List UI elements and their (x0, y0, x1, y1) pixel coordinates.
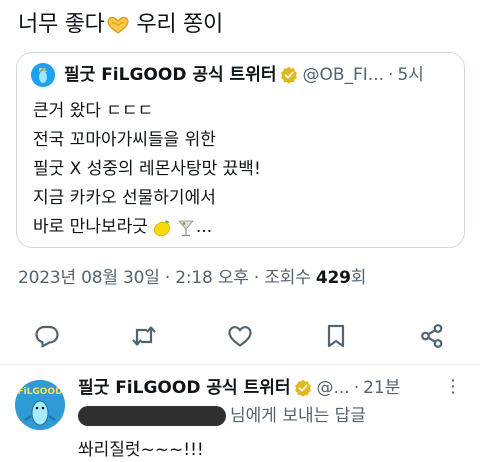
quote-display-name[interactable]: 필굿 FiLGOOD 공식 트위터 (64, 63, 276, 87)
tweet-meta: 2023년 08월 30일 · 2:18 오후 · 조회수 429회 (18, 263, 366, 288)
verified-badge-icon (295, 379, 312, 397)
replying-to-label: 님에게 보내는 답글 (230, 406, 366, 426)
quote-line: 필굿 X 성중의 레몬사탕맛 끘백! (33, 159, 261, 179)
action-bar (0, 318, 480, 354)
tweet-datetime[interactable]: 2023년 08월 30일 · 2:18 오후 · 조회수 (18, 268, 316, 288)
reply-icon[interactable] (33, 322, 61, 350)
quote-line: 전국 꼬마아가씨들을 위한 (33, 130, 216, 150)
more-options-icon[interactable]: ⋮ (440, 378, 466, 398)
quote-timestamp[interactable]: 5시 (397, 63, 423, 87)
separator-dot: · (353, 378, 360, 398)
reply-timestamp[interactable]: 21분 (363, 376, 400, 400)
cocktail-icon (178, 220, 194, 236)
quote-line-text: 바로 만나보라긋 (33, 217, 148, 237)
reply-text: 쏴리질럿~~~!!! (78, 440, 204, 460)
reply-header: 필굿 FiLGOOD 공식 트위터 @... · 21분 (78, 376, 400, 400)
quote-body: 큰거 왔다 ㄷㄷㄷ 전국 꼬마아가씨들을 위한 필굿 X 성중의 레몬사탕맛 끘… (33, 97, 261, 242)
like-icon[interactable] (226, 322, 254, 350)
view-count-suffix: 회 (350, 268, 367, 288)
quote-line-5: 바로 만나보라긋 ... (33, 213, 261, 242)
redacted-username (78, 406, 226, 426)
reply-avatar[interactable]: FiLGOOD (15, 380, 65, 430)
filgood-mascot-icon: FiLGOOD (15, 380, 65, 430)
tweet-text-after: 우리 쫑이 (136, 12, 223, 37)
quote-handle[interactable]: @OB_FI... (302, 63, 384, 87)
verified-badge-icon (281, 66, 298, 84)
filgood-logo-icon: FiL (31, 63, 55, 87)
separator-dot: · (388, 65, 394, 85)
svg-text:FiL: FiL (39, 68, 48, 74)
reply-display-name[interactable]: 필굿 FiLGOOD 공식 트위터 (78, 376, 290, 400)
lemon-icon (153, 220, 171, 236)
quote-header: FiL 필굿 FiLGOOD 공식 트위터 @OB_FI... · 5시 (31, 63, 424, 87)
reply-handle[interactable]: @... (316, 376, 349, 400)
retweet-icon[interactable] (130, 322, 158, 350)
share-icon[interactable] (418, 322, 446, 350)
tweet-text: 너무 좋다 우리 쫑이 (18, 10, 223, 40)
view-count: 429 (315, 268, 351, 288)
divider (0, 364, 480, 365)
heart-hands-icon (107, 16, 130, 34)
svg-text:FiLGOOD: FiLGOOD (17, 387, 62, 397)
avatar[interactable]: FiL (31, 63, 55, 87)
quoted-tweet-card[interactable]: FiL 필굿 FiLGOOD 공식 트위터 @OB_FI... · 5시 큰거 … (16, 52, 465, 248)
bookmark-icon[interactable] (322, 322, 350, 350)
quote-line: 지금 카카오 선물하기에서 (33, 188, 216, 208)
quote-line: 큰거 왔다 ㄷㄷㄷ (33, 101, 154, 121)
quote-ellipsis: ... (195, 217, 213, 237)
tweet-text-before: 너무 좋다 (18, 12, 105, 37)
replying-to: 님에게 보내는 답글 (78, 404, 366, 428)
